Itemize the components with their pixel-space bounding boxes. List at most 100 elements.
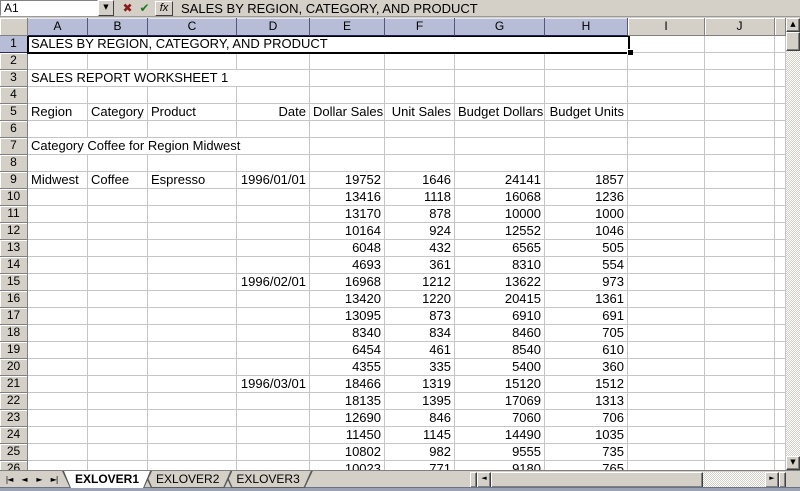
cell[interactable]: 13622 [455,274,545,291]
cell[interactable]: 973 [545,274,628,291]
cell[interactable] [88,376,148,393]
cell[interactable]: 9180 [455,461,545,470]
selected-cell-A1[interactable]: SALES BY REGION, CATEGORY, AND PRODUCT [28,36,628,53]
sheet-tab-exlover1[interactable]: EXLOVER1 [62,471,152,488]
cell[interactable] [775,223,786,240]
cell[interactable]: 5400 [455,359,545,376]
cancel-icon[interactable]: ✖ [119,1,136,15]
horizontal-scrollbar[interactable]: ◄ ► [470,472,786,488]
cell[interactable] [455,70,545,87]
scroll-down-icon[interactable]: ▼ [786,456,800,470]
cell[interactable]: 8340 [310,325,385,342]
cell[interactable] [705,359,775,376]
cell[interactable]: 1118 [385,189,455,206]
cell[interactable] [148,274,237,291]
cell[interactable] [705,291,775,308]
cell[interactable] [775,87,786,104]
cell[interactable] [705,410,775,427]
cell[interactable] [148,87,237,104]
cell[interactable]: 1000 [545,206,628,223]
cell[interactable]: 4355 [310,359,385,376]
cell[interactable] [237,291,310,308]
cell[interactable] [705,138,775,155]
cell[interactable]: 735 [545,444,628,461]
cell[interactable]: Budget Dollars [455,104,545,121]
cell[interactable] [148,223,237,240]
cell[interactable] [775,138,786,155]
cell[interactable]: 1236 [545,189,628,206]
last-sheet-button[interactable]: ►| [47,472,61,487]
cell[interactable] [148,342,237,359]
cell[interactable] [775,257,786,274]
row-header-14[interactable]: 14 [0,257,28,274]
cell[interactable]: 10164 [310,223,385,240]
cell[interactable]: 1220 [385,291,455,308]
cell[interactable] [455,53,545,70]
cell[interactable] [775,444,786,461]
cell[interactable] [237,223,310,240]
column-header-F[interactable]: F [385,18,455,36]
cell[interactable] [237,155,310,172]
cell[interactable] [310,70,385,87]
cell[interactable]: 1395 [385,393,455,410]
cell[interactable] [628,87,705,104]
cell[interactable]: 9555 [455,444,545,461]
cell[interactable] [28,359,88,376]
cell[interactable] [310,53,385,70]
cell[interactable] [237,257,310,274]
row-header-4[interactable]: 4 [0,87,28,104]
cell[interactable]: SALES REPORT WORKSHEET 1 [28,70,237,87]
cell[interactable]: Category [88,104,148,121]
cell[interactable] [28,325,88,342]
cell[interactable]: Date [237,104,310,121]
cell[interactable] [88,461,148,470]
cell[interactable] [148,206,237,223]
cell[interactable] [705,70,775,87]
cell[interactable] [455,155,545,172]
cell[interactable] [237,359,310,376]
cell[interactable] [628,325,705,342]
cell[interactable]: 15120 [455,376,545,393]
next-sheet-button[interactable]: ► [32,472,46,487]
cell[interactable] [545,87,628,104]
cell[interactable]: 13416 [310,189,385,206]
cell[interactable] [237,70,310,87]
cell[interactable]: 19752 [310,172,385,189]
cell[interactable] [545,138,628,155]
cell[interactable]: 834 [385,325,455,342]
cell[interactable]: 20415 [455,291,545,308]
row-header-17[interactable]: 17 [0,308,28,325]
cell[interactable] [705,36,775,53]
cell[interactable] [88,257,148,274]
cell[interactable] [148,121,237,138]
row-header-5[interactable]: 5 [0,104,28,121]
cell[interactable] [88,359,148,376]
cell[interactable]: 24141 [455,172,545,189]
cell[interactable] [628,206,705,223]
scroll-left-icon[interactable]: ◄ [477,472,491,488]
cell[interactable] [28,206,88,223]
cell[interactable] [88,274,148,291]
row-header-22[interactable]: 22 [0,393,28,410]
cell[interactable] [28,155,88,172]
row-header-20[interactable]: 20 [0,359,28,376]
cell[interactable] [88,87,148,104]
cell[interactable] [628,444,705,461]
cell[interactable] [148,189,237,206]
row-header-7[interactable]: 7 [0,138,28,155]
cell[interactable] [148,308,237,325]
cell[interactable] [705,172,775,189]
cell[interactable]: 765 [545,461,628,470]
cell[interactable] [775,70,786,87]
cell[interactable] [237,206,310,223]
cell[interactable]: 16068 [455,189,545,206]
cell[interactable] [455,87,545,104]
cell[interactable] [628,376,705,393]
cell[interactable]: Region [28,104,88,121]
cell[interactable]: 1996/01/01 [237,172,310,189]
cell[interactable] [88,342,148,359]
cell[interactable] [385,138,455,155]
row-header-8[interactable]: 8 [0,155,28,172]
cell[interactable] [628,138,705,155]
cell[interactable] [148,240,237,257]
